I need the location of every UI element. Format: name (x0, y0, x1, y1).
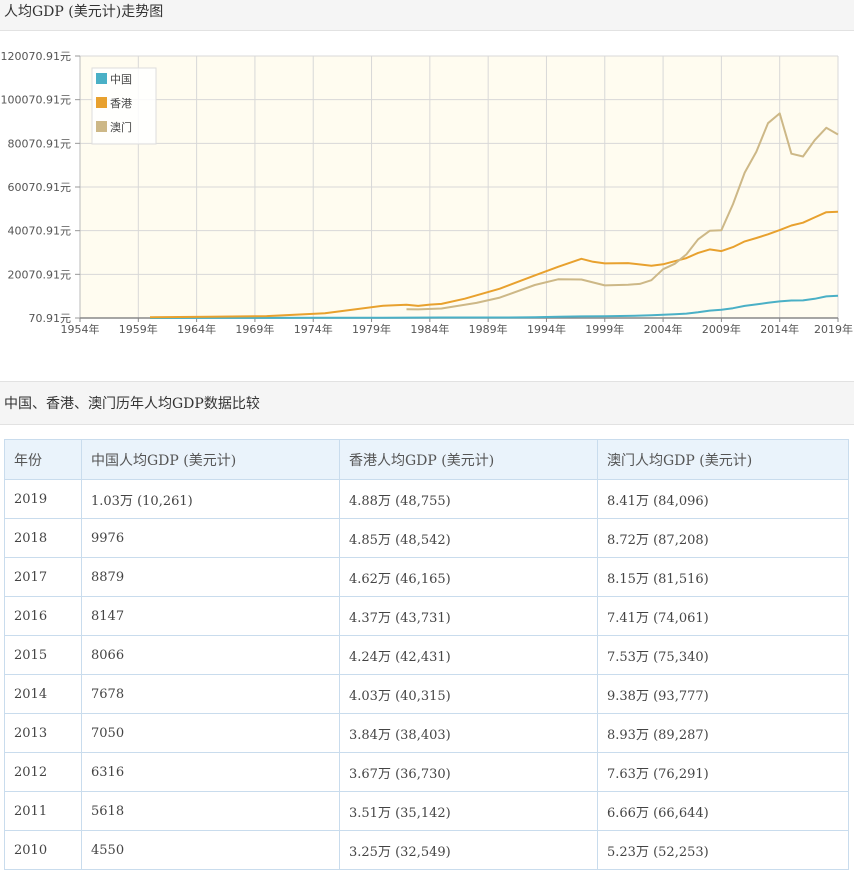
table-section-header: 中国、香港、澳门历年人均GDP数据比较 (0, 381, 854, 425)
table-row: 2016 8147 4.37万 (43,731) 7.41万 (74,061) (4, 596, 849, 636)
table-row: 2019 1.03万 (10,261) 4.88万 (48,755) 8.41万 (8… (4, 479, 849, 519)
table-row: 2015 8066 4.24万 (42,431) 7.53万 (75,340) (4, 635, 849, 675)
cell-year: 2016 (4, 596, 82, 636)
cell-china: 8147 (81, 596, 340, 636)
cell-china: 4550 (81, 830, 340, 870)
cell-year: 2014 (4, 674, 82, 714)
x-tick-label: 1959年 (119, 322, 158, 336)
cell-year: 2011 (4, 791, 82, 831)
x-tick-label: 1969年 (235, 322, 274, 336)
column-header-hongkong: 香港人均GDP (美元计) (339, 439, 598, 480)
cell-year: 2017 (4, 557, 82, 597)
cell-hongkong: 4.85万 (48,542) (339, 518, 598, 558)
gdp-trend-chart: 120070.91元 100070.91元 80070.91元 60070.91元 40… (0, 31, 854, 351)
cell-hongkong: 4.37万 (43,731) (339, 596, 598, 636)
y-tick-label: 80070.91元 (8, 137, 72, 150)
x-tick-label: 1989年 (469, 322, 508, 336)
legend-label: 香港 (110, 97, 132, 110)
chart-section-title: 人均GDP (美元计)走势图 (4, 4, 164, 20)
y-tick-label: 100070.91元 (1, 94, 72, 107)
cell-macau: 8.93万 (89,287) (597, 713, 849, 753)
x-tick-label: 1974年 (294, 322, 333, 336)
column-header-year: 年份 (4, 439, 82, 480)
cell-year: 2013 (4, 713, 82, 753)
legend-swatch (96, 97, 107, 108)
cell-macau: 9.38万 (93,777) (597, 674, 849, 714)
cell-china: 5618 (81, 791, 340, 831)
table-row: 2018 9976 4.85万 (48,542) 8.72万 (87,208) (4, 518, 849, 558)
table-row: 2011 5618 3.51万 (35,142) 6.66万 (66,644) (4, 791, 849, 831)
y-tick-label: 60070.91元 (8, 181, 72, 194)
cell-macau: 7.53万 (75,340) (597, 635, 849, 675)
cell-hongkong: 3.25万 (32,549) (339, 830, 598, 870)
cell-macau: 8.72万 (87,208) (597, 518, 849, 558)
cell-year: 2010 (4, 830, 82, 870)
table-row: 2010 4550 3.25万 (32,549) 5.23万 (52,253) (4, 830, 849, 870)
cell-macau: 7.41万 (74,061) (597, 596, 849, 636)
table-section-title: 中国、香港、澳门历年人均GDP数据比较 (4, 396, 260, 412)
cell-macau: 6.66万 (66,644) (597, 791, 849, 831)
cell-macau: 8.41万 (84,096) (597, 479, 849, 519)
table-row: 2012 6316 3.67万 (36,730) 7.63万 (76,291) (4, 752, 849, 792)
table-row: 2017 8879 4.62万 (46,165) 8.15万 (81,516) (4, 557, 849, 597)
gdp-comparison-table: 年份 中国人均GDP (美元计) 香港人均GDP (美元计) 澳门人均GDP (… (4, 439, 849, 870)
x-tick-label: 2004年 (644, 322, 683, 336)
column-header-china: 中国人均GDP (美元计) (81, 439, 340, 480)
x-tick-label: 2019年 (814, 322, 853, 336)
cell-hongkong: 4.62万 (46,165) (339, 557, 598, 597)
table-header-row: 年份 中国人均GDP (美元计) 香港人均GDP (美元计) 澳门人均GDP (… (4, 439, 849, 480)
cell-hongkong: 3.67万 (36,730) (339, 752, 598, 792)
y-tick-label: 20070.91元 (8, 268, 72, 281)
chart-svg: 120070.91元 100070.91元 80070.91元 60070.91元 40… (1, 50, 854, 336)
chart-section-header: 人均GDP (美元计)走势图 (0, 0, 854, 31)
column-header-macau: 澳门人均GDP (美元计) (597, 439, 849, 480)
legend-label: 澳门 (110, 120, 132, 134)
legend-swatch (96, 121, 107, 132)
x-tick-label: 1964年 (177, 322, 216, 336)
x-tick-label: 2014年 (760, 322, 799, 336)
cell-hongkong: 4.88万 (48,755) (339, 479, 598, 519)
table-body: 2019 1.03万 (10,261) 4.88万 (48,755) 8.41万 (8… (4, 479, 849, 870)
x-tick-label: 1979年 (352, 322, 391, 336)
legend-label: 中国 (110, 73, 132, 86)
cell-china: 8066 (81, 635, 340, 675)
cell-hongkong: 4.24万 (42,431) (339, 635, 598, 675)
table-row: 2014 7678 4.03万 (40,315) 9.38万 (93,777) (4, 674, 849, 714)
cell-macau: 7.63万 (76,291) (597, 752, 849, 792)
cell-hongkong: 4.03万 (40,315) (339, 674, 598, 714)
x-tick-label: 1994年 (527, 322, 566, 336)
x-tick-label: 1999年 (585, 322, 624, 336)
cell-china: 9976 (81, 518, 340, 558)
cell-china: 8879 (81, 557, 340, 597)
y-tick-label: 120070.91元 (1, 50, 72, 63)
table-row: 2013 7050 3.84万 (38,403) 8.93万 (89,287) (4, 713, 849, 753)
cell-china: 6316 (81, 752, 340, 792)
cell-year: 2012 (4, 752, 82, 792)
legend-swatch (96, 73, 107, 84)
cell-macau: 8.15万 (81,516) (597, 557, 849, 597)
x-tick-label: 1984年 (410, 322, 449, 336)
cell-hongkong: 3.84万 (38,403) (339, 713, 598, 753)
cell-hongkong: 3.51万 (35,142) (339, 791, 598, 831)
cell-year: 2018 (4, 518, 82, 558)
cell-year: 2015 (4, 635, 82, 675)
cell-china: 7050 (81, 713, 340, 753)
cell-year: 2019 (4, 479, 82, 519)
y-tick-label: 40070.91元 (8, 225, 72, 238)
cell-china: 1.03万 (10,261) (81, 479, 340, 519)
cell-macau: 5.23万 (52,253) (597, 830, 849, 870)
cell-china: 7678 (81, 674, 340, 714)
x-tick-label: 1954年 (61, 322, 100, 336)
x-tick-label: 2009年 (702, 322, 741, 336)
